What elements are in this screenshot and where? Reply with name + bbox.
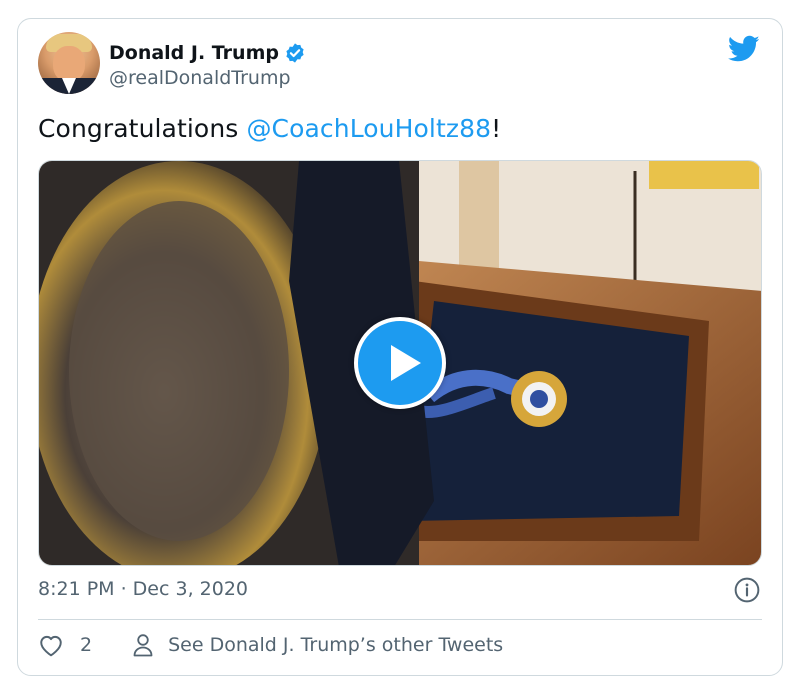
tweet-text: Congratulations @CoachLouHoltz88! (38, 114, 501, 143)
heart-icon[interactable] (38, 633, 64, 657)
twitter-bird-icon[interactable] (728, 35, 760, 63)
avatar[interactable] (38, 32, 100, 94)
divider (38, 619, 762, 620)
info-icon[interactable] (734, 577, 760, 603)
verified-badge-icon (286, 43, 304, 63)
tweet-text-suffix: ! (491, 114, 502, 143)
mention-link[interactable]: @CoachLouHoltz88 (246, 114, 491, 143)
tweet-timestamp[interactable]: 8:21 PM · Dec 3, 2020 (38, 578, 248, 600)
author-handle[interactable]: @realDonaldTrump (109, 67, 291, 89)
person-icon (133, 634, 153, 657)
tweet-text-prefix: Congratulations (38, 114, 247, 143)
avatar-face (53, 46, 85, 82)
embedded-tweet-card[interactable]: Donald J. Trump @realDonaldTrump Congrat… (17, 18, 783, 676)
author-display-name[interactable]: Donald J. Trump (109, 42, 279, 64)
see-other-tweets-link[interactable]: See Donald J. Trump’s other Tweets (168, 634, 503, 656)
author-name-row[interactable]: Donald J. Trump (109, 42, 306, 64)
like-count[interactable]: 2 (80, 634, 92, 656)
video-thumbnail[interactable] (38, 160, 762, 566)
play-button[interactable] (354, 317, 446, 409)
tweet-actions: 2 See Donald J. Trump’s other Tweets (38, 633, 503, 657)
